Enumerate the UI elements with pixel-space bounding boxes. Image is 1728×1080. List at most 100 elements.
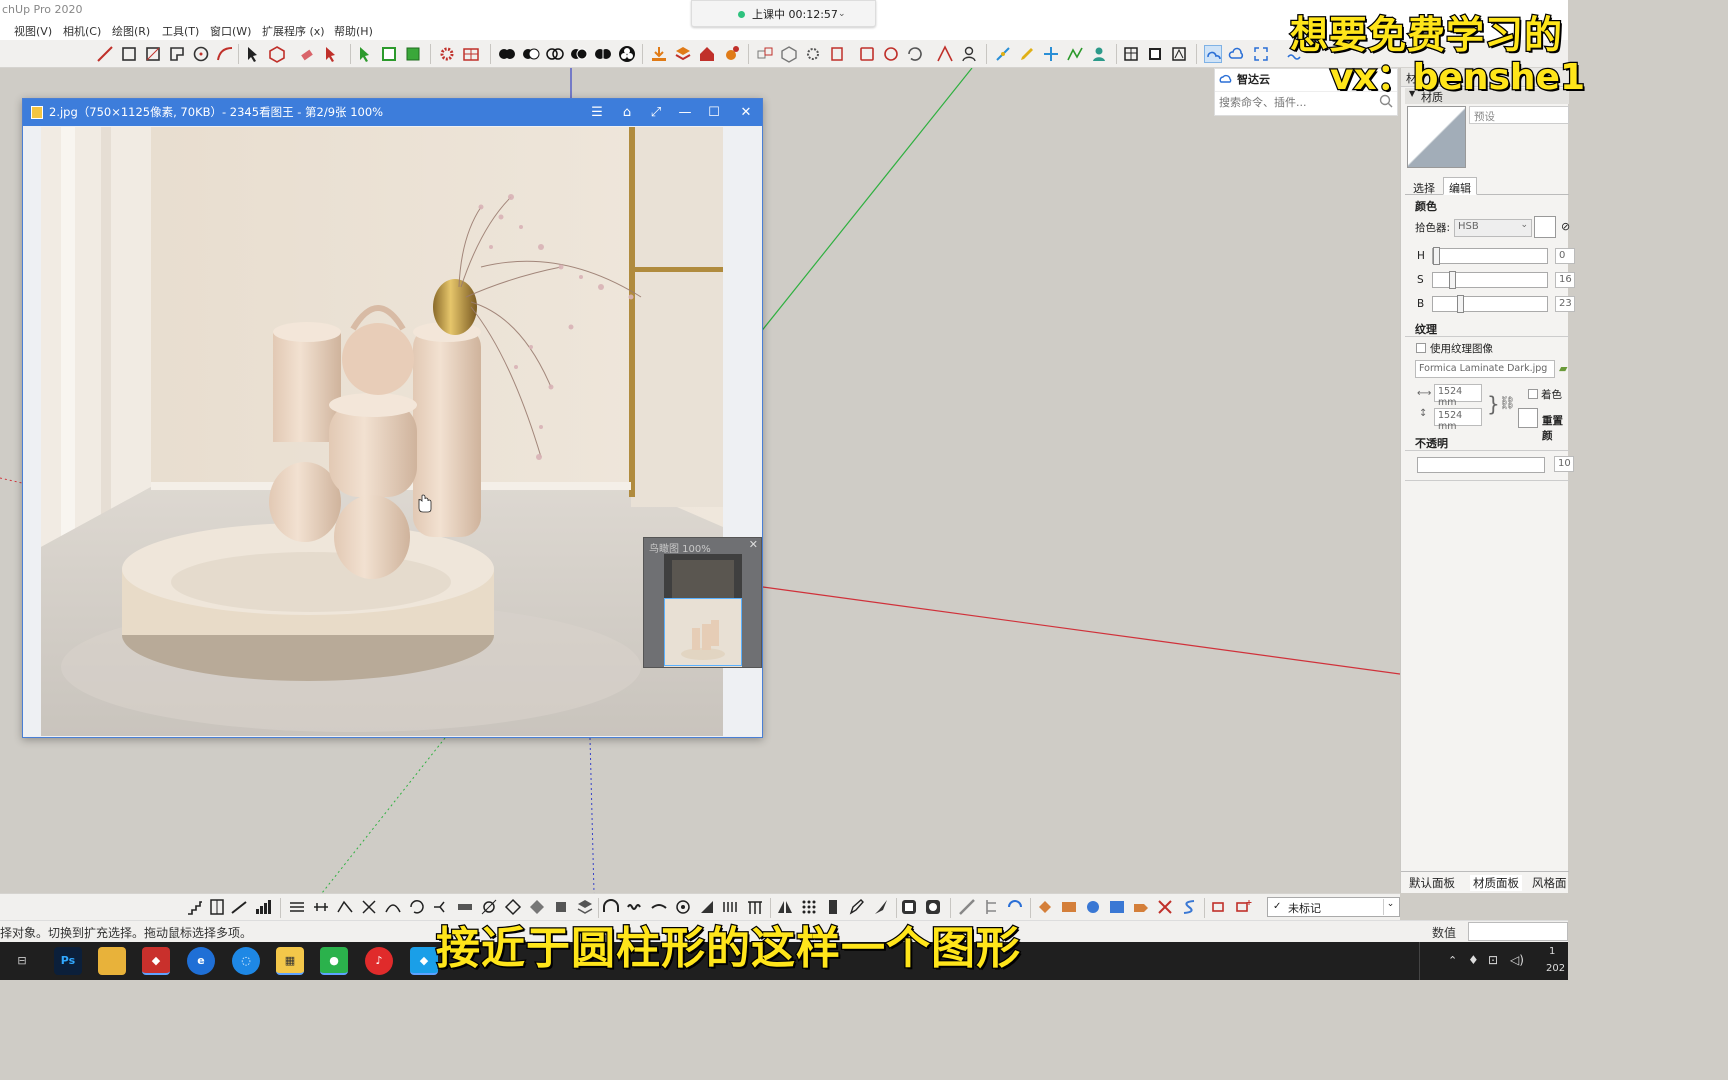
microphone-icon[interactable]: ♦ bbox=[1468, 953, 1479, 967]
select-box-icon[interactable] bbox=[380, 45, 398, 63]
menu-icon[interactable]: ☰ bbox=[589, 105, 605, 121]
network-icon[interactable]: ⊡ bbox=[1488, 953, 1498, 967]
rectangle-tool-icon[interactable] bbox=[120, 45, 138, 63]
maximize-button[interactable]: ☐ bbox=[706, 105, 722, 121]
gear-icon[interactable] bbox=[438, 45, 456, 63]
taskbar-edge-icon[interactable]: ◌ bbox=[232, 947, 260, 975]
solid-union-icon[interactable] bbox=[498, 45, 516, 63]
push-rect-icon[interactable] bbox=[168, 45, 186, 63]
fullscreen-icon[interactable]: ⤢ bbox=[648, 105, 664, 121]
channel-b-slider[interactable] bbox=[1432, 295, 1548, 313]
image-viewer-window[interactable]: 2.jpg（750×1125像素, 70KB）- 2345看图王 - 第2/9张… bbox=[22, 98, 763, 738]
texture-width-field[interactable]: 1524 mm bbox=[1434, 384, 1482, 408]
chevron-down-icon[interactable]: ⌄ bbox=[1383, 899, 1397, 915]
paint-bucket-icon[interactable] bbox=[1036, 898, 1054, 916]
recording-status[interactable]: 上课中 00:12:57 ⌄ bbox=[691, 0, 876, 27]
expand-icon[interactable] bbox=[1252, 45, 1270, 63]
arc-tool-icon[interactable] bbox=[216, 45, 234, 63]
follow-me-icon[interactable] bbox=[994, 45, 1012, 63]
measurements-input[interactable] bbox=[1468, 922, 1568, 941]
clock-time[interactable]: 1 bbox=[1549, 946, 1555, 957]
texture-file-field[interactable]: Formica Laminate Dark.jpg bbox=[1415, 360, 1555, 378]
select-plus-icon[interactable] bbox=[356, 45, 374, 63]
rotated-rect-icon[interactable] bbox=[144, 45, 162, 63]
skin-icon[interactable]: ⌂ bbox=[619, 105, 635, 121]
sandbox-icon[interactable] bbox=[1066, 45, 1084, 63]
cloud-link-icon[interactable] bbox=[1204, 45, 1222, 63]
menu-tools[interactable]: 工具(T) bbox=[162, 23, 199, 39]
taskbar-sketchup-icon[interactable]: ◆ bbox=[142, 947, 170, 975]
channel-b-knob[interactable] bbox=[1457, 295, 1464, 313]
use-texture-checkbox[interactable] bbox=[1416, 343, 1426, 353]
channel-h-knob[interactable] bbox=[1433, 247, 1440, 265]
window-icon[interactable] bbox=[208, 898, 226, 916]
chevron-down-icon[interactable]: ⌄ bbox=[838, 1, 846, 28]
menu-camera[interactable]: 相机(C) bbox=[63, 23, 101, 39]
solid-intersect-icon[interactable] bbox=[546, 45, 564, 63]
plugin-boxes-icon[interactable] bbox=[756, 45, 774, 63]
taskbar-photoshop-icon[interactable]: Ps bbox=[54, 947, 82, 975]
profile-icon-4[interactable] bbox=[360, 898, 378, 916]
channel-b-value[interactable]: 23 bbox=[1555, 296, 1575, 312]
tray-chevron-up-icon[interactable]: ⌃ bbox=[1448, 954, 1457, 967]
solid-trim-icon[interactable] bbox=[570, 45, 588, 63]
minimize-button[interactable]: — bbox=[677, 105, 693, 121]
stairs-icon[interactable] bbox=[186, 898, 204, 916]
menu-help[interactable]: 帮助(H) bbox=[334, 23, 373, 39]
task-view-icon[interactable]: ⊟ bbox=[8, 947, 36, 975]
channel-s-slider[interactable] bbox=[1432, 271, 1548, 289]
browse-texture-icon[interactable]: ▰ bbox=[1559, 362, 1567, 375]
plugin-roof-icon[interactable] bbox=[936, 45, 954, 63]
profile-icon-1[interactable] bbox=[288, 898, 306, 916]
s-curve-icon[interactable] bbox=[1180, 898, 1198, 916]
profile-icon-2[interactable] bbox=[312, 898, 330, 916]
taskbar-cloud-drive-icon[interactable]: ◆ bbox=[410, 947, 438, 975]
color-swatch-button[interactable] bbox=[1534, 216, 1556, 238]
project-icon[interactable] bbox=[1132, 898, 1150, 916]
layers-icon[interactable] bbox=[674, 45, 692, 63]
taskbar-browser-icon[interactable]: e bbox=[187, 947, 215, 975]
tray-tab-materials[interactable]: 材质面板 bbox=[1470, 875, 1522, 891]
panel-icon[interactable] bbox=[1146, 45, 1164, 63]
move-icon[interactable] bbox=[1042, 45, 1060, 63]
opacity-value[interactable]: 10 bbox=[1554, 456, 1574, 472]
table-icon[interactable] bbox=[1122, 45, 1140, 63]
texture-height-field[interactable]: 1524 mm bbox=[1434, 408, 1482, 432]
menu-window[interactable]: 窗口(W) bbox=[210, 23, 251, 39]
plugin-person-icon[interactable] bbox=[960, 45, 978, 63]
menu-extensions[interactable]: 扩展程序 (x) bbox=[262, 23, 325, 39]
uv-icon[interactable] bbox=[1084, 898, 1102, 916]
tag-add-icon[interactable] bbox=[1234, 898, 1252, 916]
tag-icon[interactable] bbox=[1210, 898, 1228, 916]
tag-layer-select[interactable]: ✓ 未标记 ⌄ bbox=[1267, 897, 1400, 917]
profile-icon-3[interactable] bbox=[336, 898, 354, 916]
taskbar-explorer-icon[interactable]: ▬ bbox=[98, 947, 126, 975]
chain-link-icon[interactable]: ⛓ bbox=[1499, 396, 1516, 411]
clock-date[interactable]: 202 bbox=[1546, 963, 1565, 974]
line-tool-icon[interactable] bbox=[96, 45, 114, 63]
make-component-icon[interactable] bbox=[268, 45, 286, 63]
channel-h-slider[interactable] bbox=[1432, 247, 1548, 265]
eyedropper-icon[interactable]: ⊘ bbox=[1561, 220, 1570, 233]
menu-draw[interactable]: 绘图(R) bbox=[112, 23, 150, 39]
grid-icon[interactable] bbox=[462, 45, 480, 63]
tab-select[interactable]: 选择 bbox=[1407, 177, 1441, 195]
circle-tool-icon[interactable] bbox=[192, 45, 210, 63]
volume-icon[interactable]: ◁) bbox=[1510, 953, 1524, 967]
select-fill-icon[interactable] bbox=[404, 45, 422, 63]
model-icon[interactable] bbox=[1170, 45, 1188, 63]
channel-s-value[interactable]: 16 bbox=[1555, 272, 1575, 288]
solid-tools-icon[interactable] bbox=[618, 45, 636, 63]
channel-s-knob[interactable] bbox=[1449, 271, 1456, 289]
reset-color-swatch[interactable] bbox=[1518, 408, 1538, 428]
plugin-cube-icon[interactable] bbox=[780, 45, 798, 63]
plugin-book-icon[interactable] bbox=[828, 45, 846, 63]
loop-icon[interactable] bbox=[408, 898, 426, 916]
solid-split-icon[interactable] bbox=[594, 45, 612, 63]
plugin-house-icon[interactable] bbox=[698, 45, 716, 63]
eraser-icon[interactable] bbox=[298, 45, 316, 63]
user-icon[interactable] bbox=[1090, 45, 1108, 63]
image-viewer-titlebar[interactable]: 2.jpg（750×1125像素, 70KB）- 2345看图王 - 第2/9张… bbox=[23, 99, 762, 126]
taskbar-netease-music-icon[interactable]: ♪ bbox=[365, 947, 393, 975]
taskbar-wechat-icon[interactable]: ● bbox=[320, 947, 348, 975]
